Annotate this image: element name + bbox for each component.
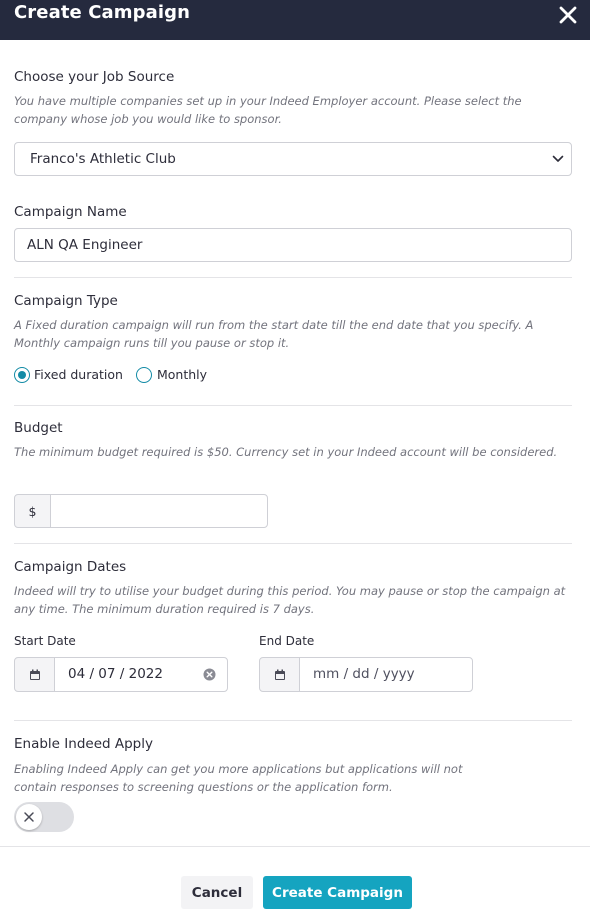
divider bbox=[14, 543, 572, 544]
end-date-label: End Date bbox=[259, 634, 315, 648]
cancel-button[interactable]: Cancel bbox=[181, 876, 253, 909]
radio-fixed-duration[interactable]: Fixed duration bbox=[14, 366, 126, 384]
modal-header: Create Campaign bbox=[0, 0, 590, 40]
close-icon[interactable] bbox=[556, 3, 580, 27]
radio-monthly-label: Monthly bbox=[157, 367, 208, 382]
campaign-name-input[interactable] bbox=[14, 228, 572, 262]
campaign-type-help: A Fixed duration campaign will run from … bbox=[14, 318, 534, 350]
budget-title: Budget bbox=[14, 420, 63, 436]
close-icon bbox=[24, 812, 34, 822]
start-date-calendar-addon[interactable] bbox=[14, 657, 55, 692]
campaign-name-title: Campaign Name bbox=[14, 204, 127, 220]
end-date-calendar-addon[interactable] bbox=[259, 657, 300, 692]
budget-input[interactable] bbox=[50, 494, 268, 528]
job-source-title: Choose your Job Source bbox=[14, 69, 175, 85]
radio-button-selected[interactable] bbox=[14, 367, 30, 383]
campaign-dates-help: Indeed will try to utilise your budget d… bbox=[14, 584, 566, 616]
modal-title: Create Campaign bbox=[14, 2, 191, 23]
currency-symbol: $ bbox=[28, 503, 37, 519]
end-date-input[interactable]: mm / dd / yyyy bbox=[299, 657, 473, 692]
divider bbox=[14, 405, 572, 406]
chevron-down-icon bbox=[552, 155, 564, 162]
currency-addon: $ bbox=[14, 494, 51, 528]
budget-help: The minimum budget required is $50. Curr… bbox=[14, 445, 558, 459]
radio-monthly[interactable]: Monthly bbox=[136, 366, 216, 384]
calendar-icon bbox=[275, 669, 285, 680]
calendar-icon bbox=[30, 669, 40, 680]
job-source-select[interactable]: Franco's Athletic Club bbox=[14, 142, 572, 176]
start-date-input[interactable]: 04 / 07 / 2022 bbox=[54, 657, 228, 692]
divider bbox=[14, 277, 572, 278]
end-date-placeholder: mm / dd / yyyy bbox=[313, 666, 415, 682]
campaign-dates-title: Campaign Dates bbox=[14, 559, 127, 575]
create-campaign-button[interactable]: Create Campaign bbox=[263, 876, 412, 909]
toggle-knob bbox=[16, 804, 42, 830]
start-date-label: Start Date bbox=[14, 634, 76, 648]
radio-button[interactable] bbox=[136, 367, 152, 383]
indeed-apply-help-line-1: Enabling Indeed Apply can get you more a… bbox=[14, 762, 463, 776]
job-source-help: You have multiple companies set up in yo… bbox=[14, 94, 522, 126]
campaign-type-title: Campaign Type bbox=[14, 293, 118, 309]
start-date-value: 04 / 07 / 2022 bbox=[68, 666, 163, 682]
indeed-apply-help-line-2: contain responses to screening questions… bbox=[14, 780, 393, 794]
radio-fixed-duration-label: Fixed duration bbox=[34, 367, 123, 382]
job-source-selected-value: Franco's Athletic Club bbox=[30, 151, 176, 167]
indeed-apply-title: Enable Indeed Apply bbox=[14, 736, 153, 752]
clear-icon[interactable] bbox=[203, 668, 216, 681]
indeed-apply-toggle[interactable] bbox=[14, 802, 74, 832]
divider bbox=[14, 720, 572, 721]
footer-divider bbox=[0, 846, 590, 847]
